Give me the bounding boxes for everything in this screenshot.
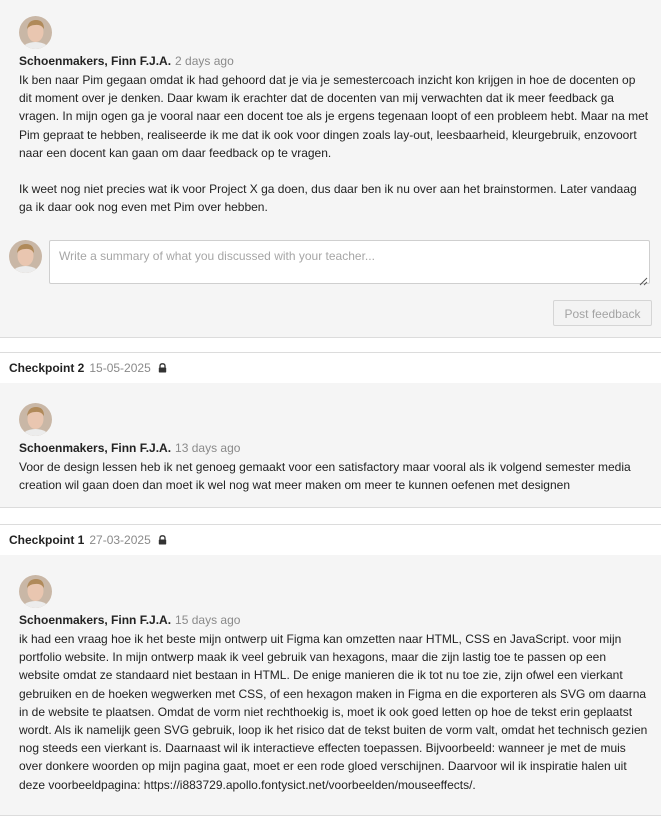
timestamp: 13 days ago [175,441,241,455]
author-name: Schoenmakers, Finn F.J.A. [19,441,172,455]
entry-meta: Schoenmakers, Finn F.J.A. 15 days ago [19,611,649,629]
feedback-entry: Schoenmakers, Finn F.J.A. 15 days ago ik … [19,575,649,794]
lock-icon [158,354,167,384]
checkpoint-panel: Schoenmakers, Finn F.J.A. 15 days ago ik … [0,555,661,816]
user-avatar [19,16,52,49]
feedback-text: ik had een vraag hoe ik het beste mijn o… [19,632,651,792]
checkpoint-date: 15-05-2025 [89,361,151,375]
feedback-panel: Schoenmakers, Finn F.J.A. 2 days ago Ik b… [0,0,661,338]
summary-input[interactable] [49,240,650,284]
checkpoint-header[interactable]: Checkpoint 1 27-03-2025 [0,524,661,555]
user-avatar [19,575,52,608]
user-avatar [19,403,52,436]
timestamp: 15 days ago [175,613,241,627]
checkpoint-title: Checkpoint 1 27-03-2025 [9,525,167,556]
checkpoint-panel: Schoenmakers, Finn F.J.A. 13 days ago Voo… [0,383,661,508]
lock-icon [158,526,167,556]
author-name: Schoenmakers, Finn F.J.A. [19,613,172,627]
feedback-text: Voor de design lessen heb ik net genoeg … [19,460,635,493]
checkpoint-date: 27-03-2025 [89,533,151,547]
checkpoint-name: Checkpoint 1 [9,533,85,547]
entry-meta: Schoenmakers, Finn F.J.A. 2 days ago [19,52,649,70]
feedback-entry: Schoenmakers, Finn F.J.A. 2 days ago Ik b… [19,16,649,217]
timestamp: 2 days ago [175,54,234,68]
checkpoint-title: Checkpoint 2 15-05-2025 [9,353,167,384]
checkpoint-name: Checkpoint 2 [9,361,85,375]
user-avatar [9,240,42,273]
post-feedback-button[interactable]: Post feedback [553,300,652,326]
checkpoint-header[interactable]: Checkpoint 2 15-05-2025 [0,352,661,383]
feedback-entry: Schoenmakers, Finn F.J.A. 13 days ago Voo… [19,403,649,494]
feedback-text: Ik ben naar Pim gegaan omdat ik had geho… [19,73,649,215]
author-name: Schoenmakers, Finn F.J.A. [19,54,172,68]
resize-handle-icon[interactable] [639,273,648,286]
entry-meta: Schoenmakers, Finn F.J.A. 13 days ago [19,439,649,457]
